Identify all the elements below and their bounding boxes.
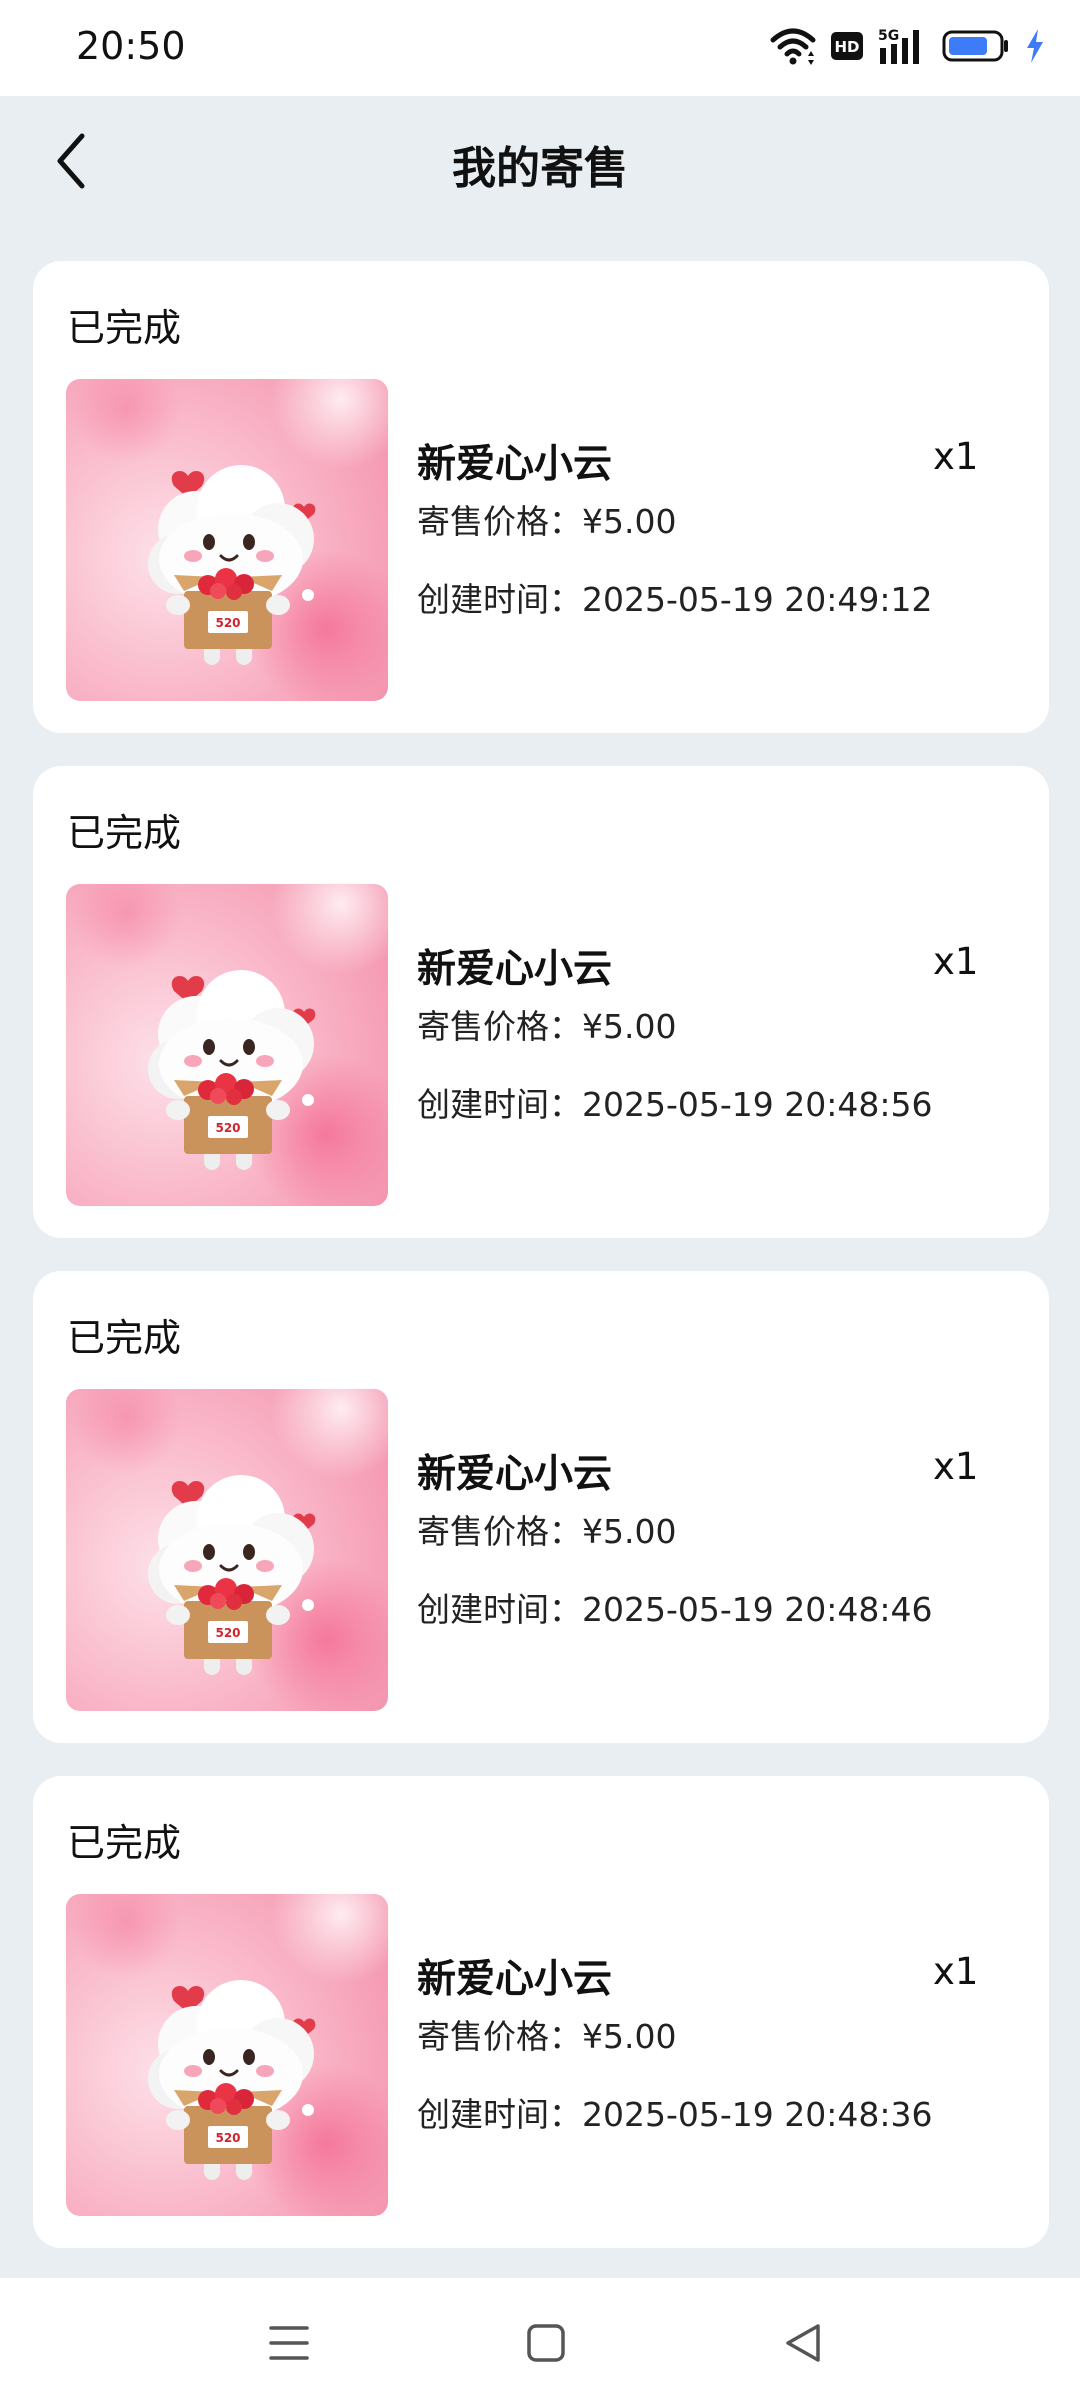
product-thumbnail [66, 1894, 388, 2216]
order-status: 已完成 [67, 306, 182, 350]
consignment-price: 寄售价格：¥5.00 [417, 2017, 677, 2056]
menu-icon [269, 2326, 309, 2360]
product-name: 新爱心小云 [417, 442, 613, 487]
product-quantity: x1 [933, 435, 979, 478]
charging-icon [1024, 28, 1046, 68]
network-label: 5G [878, 28, 899, 44]
order-status: 已完成 [67, 1316, 182, 1360]
product-thumbnail [66, 379, 388, 701]
hd-label: HD [834, 38, 859, 56]
signal-5g-icon: 5G [878, 26, 928, 70]
created-time: 创建时间：2025-05-19 20:48:46 [417, 1590, 933, 1629]
cloud-mascot-image [66, 1894, 388, 2216]
consignment-card[interactable]: 已完成 新爱心小云 x1 寄售价格：¥5.00 创建时间：2025-05-19 … [33, 1271, 1049, 1743]
cloud-mascot-image [66, 884, 388, 1206]
product-name: 新爱心小云 [417, 1452, 613, 1497]
consignment-card[interactable]: 已完成 新爱心小云 x1 寄售价格：¥5.00 创建时间：2025-05-19 … [33, 1776, 1049, 2248]
product-thumbnail [66, 1389, 388, 1711]
created-time: 创建时间：2025-05-19 20:48:36 [417, 2095, 933, 2134]
back-triangle-icon [786, 2324, 820, 2362]
order-status: 已完成 [67, 811, 182, 855]
consignment-price: 寄售价格：¥5.00 [417, 1512, 677, 1551]
product-name: 新爱心小云 [417, 1957, 613, 2002]
consignment-card[interactable]: 已完成 新爱心小云 x1 寄售价格：¥5.00 创建时间：2025-05-19 … [33, 766, 1049, 1238]
product-quantity: x1 [933, 940, 979, 983]
created-time: 创建时间：2025-05-19 20:48:56 [417, 1085, 933, 1124]
consignment-price: 寄售价格：¥5.00 [417, 502, 677, 541]
cloud-mascot-image [66, 379, 388, 701]
wifi-icon [770, 26, 816, 70]
battery-icon [942, 29, 1010, 67]
recent-apps-button[interactable] [254, 2308, 324, 2378]
status-time: 20:50 [76, 24, 186, 68]
system-nav-bar [0, 2278, 1080, 2408]
home-button[interactable] [511, 2308, 581, 2378]
hd-icon: HD [830, 31, 864, 65]
back-nav-button[interactable] [768, 2308, 838, 2378]
created-time: 创建时间：2025-05-19 20:49:12 [417, 580, 933, 619]
nav-header: 我的寄售 [0, 96, 1080, 226]
product-quantity: x1 [933, 1950, 979, 1993]
status-bar: 20:50 HD 5G [0, 0, 1080, 96]
consignment-card[interactable]: 已完成 新爱心小云 x1 寄售价格：¥5.00 创建时间：2025-05-19 … [33, 261, 1049, 733]
order-status: 已完成 [67, 1821, 182, 1865]
cloud-mascot-image [66, 1389, 388, 1711]
product-quantity: x1 [933, 1445, 979, 1488]
home-icon [527, 2324, 565, 2362]
page-title: 我的寄售 [452, 143, 628, 194]
status-icons: HD 5G [770, 26, 1046, 70]
consignment-price: 寄售价格：¥5.00 [417, 1007, 677, 1046]
product-thumbnail [66, 884, 388, 1206]
product-name: 新爱心小云 [417, 947, 613, 992]
